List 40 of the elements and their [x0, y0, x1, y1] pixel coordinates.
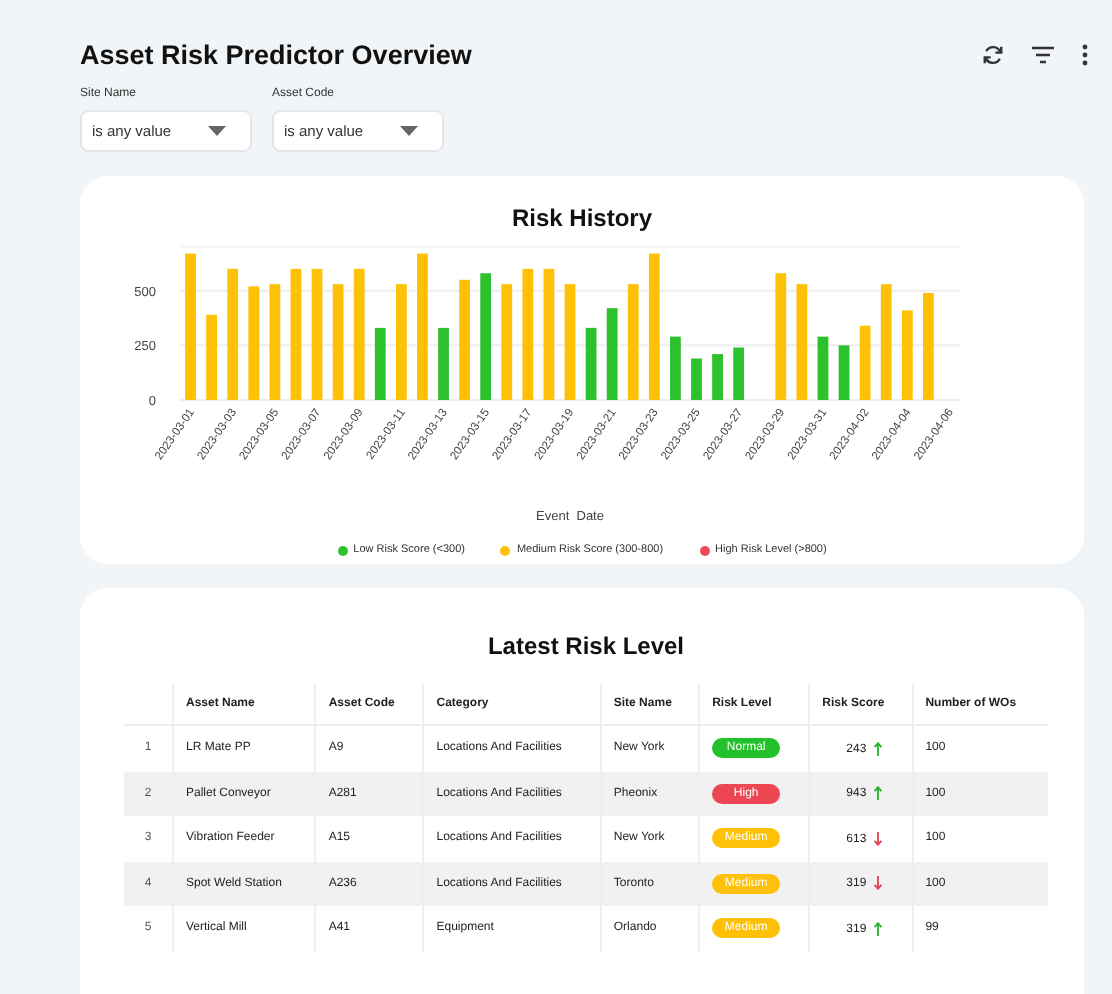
filter-icon[interactable]	[1032, 46, 1054, 64]
bar	[395, 284, 407, 400]
bar	[733, 347, 745, 400]
bar	[480, 273, 492, 400]
caret-icon	[400, 126, 418, 136]
bar	[585, 327, 597, 400]
bar	[817, 336, 829, 400]
bar	[311, 268, 323, 400]
bar	[501, 284, 513, 400]
bar	[796, 284, 808, 400]
bar	[206, 314, 217, 400]
bar	[627, 284, 639, 400]
bar	[670, 336, 681, 400]
bar	[459, 279, 470, 400]
bar	[290, 268, 302, 400]
bar	[838, 345, 850, 400]
more-icon[interactable]	[1082, 44, 1088, 66]
bar	[606, 308, 618, 400]
bar	[901, 310, 913, 400]
refresh-icon[interactable]	[982, 44, 1004, 66]
page-title: Asset Risk Predictor Overview	[80, 40, 472, 70]
bar	[691, 358, 702, 400]
bar	[438, 327, 449, 400]
bar	[269, 284, 281, 400]
bar	[564, 284, 576, 400]
card-title: Risk History	[511, 204, 653, 232]
bar	[227, 268, 239, 400]
bar	[522, 268, 534, 400]
card-title: Latest Risk Level	[485, 632, 687, 660]
bar	[543, 268, 555, 400]
bar	[859, 325, 871, 400]
bar	[880, 284, 892, 400]
caret-icon	[208, 126, 226, 136]
bar	[332, 284, 344, 400]
bar	[775, 273, 787, 400]
bar	[712, 354, 723, 400]
bar	[248, 286, 260, 400]
bar	[353, 268, 365, 400]
bar	[923, 292, 934, 400]
bar	[374, 327, 386, 400]
